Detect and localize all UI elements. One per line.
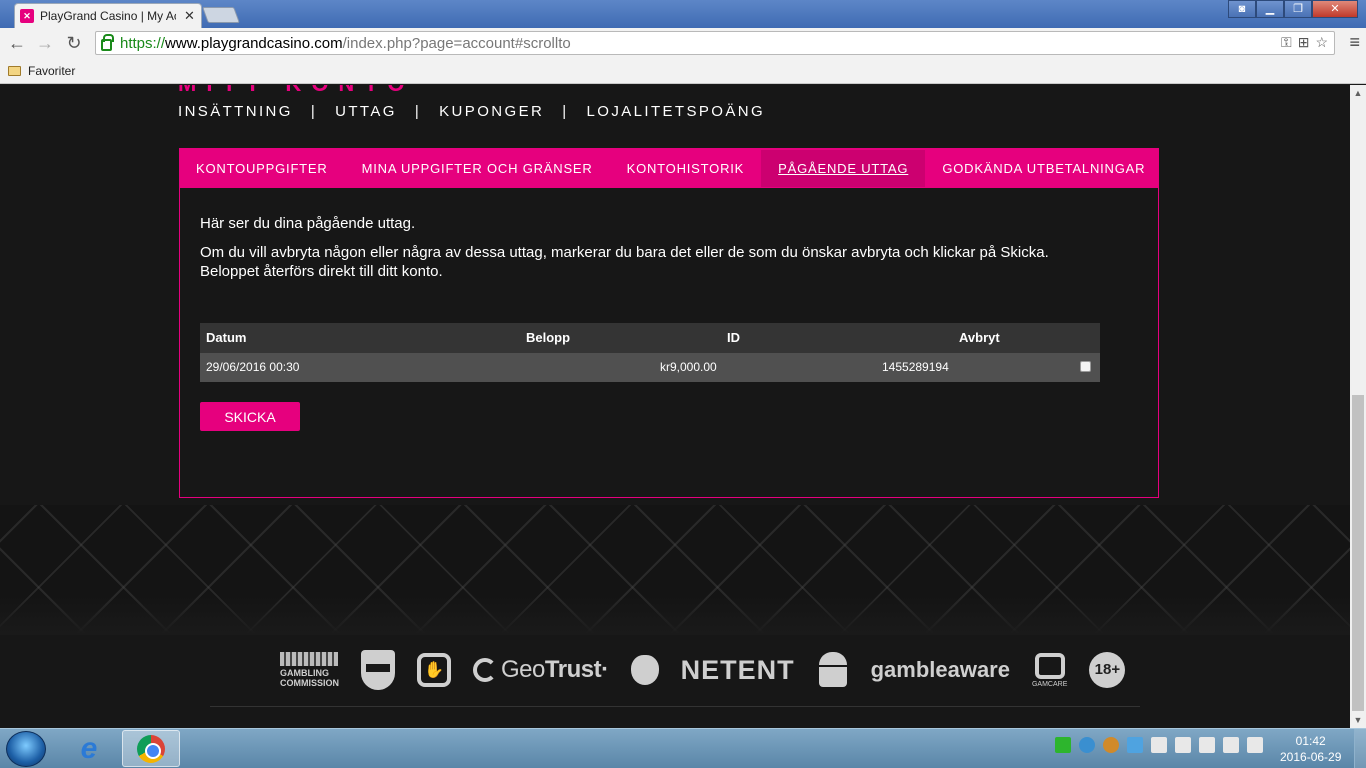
tab-title: PlayGrand Casino | My Ac (40, 9, 176, 23)
netent-logo[interactable]: NETENT (681, 655, 795, 686)
nav-separator: | (310, 103, 318, 120)
url-text: https://www.playgrandcasino.com/index.ph… (120, 34, 571, 52)
stop-hand-logo[interactable]: ✋ (417, 653, 452, 687)
geotrust-logo[interactable]: Geo Trust · (473, 656, 609, 684)
browser-tab[interactable]: ✕ PlayGrand Casino | My Ac ✕ (14, 3, 202, 28)
footer-divider (210, 706, 1140, 707)
browser-toolbar: ← → ↻ https://www.playgrandcasino.com/in… (0, 28, 1366, 58)
volume-icon[interactable] (1223, 737, 1239, 753)
intro-line: Beloppet återförs direkt till ditt konto… (200, 263, 443, 280)
bookmark-star-icon[interactable]: ☆ (1315, 34, 1328, 51)
intro-line: Om du vill avbryta någon eller några av … (200, 244, 1049, 261)
start-button[interactable] (6, 731, 46, 767)
account-nav: INSÄTTNING | UTTAG | KUPONGER | LOJALITE… (178, 103, 765, 120)
folder-icon (8, 65, 21, 76)
system-clock[interactable]: 01:42 2016-06-29 (1280, 733, 1341, 765)
gambling-commission-logo[interactable]: GAMBLING COMMISSION (280, 652, 339, 688)
signal-icon[interactable] (1199, 737, 1215, 753)
window-controls: ◙ ▁ ❐ ✕ (1228, 0, 1358, 18)
tab-mina-uppgifter[interactable]: MINA UPPGIFTER OCH GRÄNSER (345, 150, 610, 187)
lock-icon (101, 34, 114, 51)
gamcare-logo[interactable]: GAMCARE (1032, 652, 1067, 688)
intro-text: Här ser du dina pågående uttag. (200, 214, 415, 243)
key-icon[interactable]: ⚿ (1281, 34, 1292, 51)
cancel-checkbox[interactable] (1080, 361, 1091, 372)
windows-taskbar: e 01:42 2016-06-29 (0, 728, 1366, 768)
casino-favicon-icon: ✕ (20, 9, 34, 23)
account-panel: KONTOUPPGIFTER MINA UPPGIFTER OCH GRÄNSE… (179, 148, 1159, 498)
gambleaware-logo[interactable]: gambleaware (871, 657, 1010, 683)
column-header-belopp: Belopp (526, 330, 571, 345)
table-row: 29/06/2016 00:30 kr9,000.00 1455289194 (200, 353, 1100, 382)
footer-logos: GAMBLING COMMISSION ✋ Geo Trust · NETENT ga… (280, 650, 1126, 690)
system-tray (1055, 737, 1263, 753)
internet-explorer-taskbar-icon[interactable]: e (60, 730, 118, 767)
user-icon[interactable]: ◙ (1228, 0, 1256, 18)
account-nav-insattning[interactable]: INSÄTTNING (178, 103, 293, 120)
column-header-avbryt: Avbryt (959, 330, 1000, 345)
tab-kontouppgifter[interactable]: KONTOUPPGIFTER (180, 150, 345, 187)
android-logo-icon[interactable] (817, 652, 849, 688)
decorative-background (0, 505, 1350, 635)
page-scrollbar[interactable]: ▲ ▼ (1350, 85, 1366, 728)
back-arrow-icon[interactable]: ← (6, 32, 28, 54)
apple-logo-icon[interactable] (630, 655, 659, 685)
account-nav-uttag[interactable]: UTTAG (335, 103, 397, 120)
maximize-button[interactable]: ❐ (1284, 0, 1312, 18)
table-header-row: Datum Belopp ID Avbryt (200, 323, 1100, 353)
intro-line: Här ser du dina pågående uttag. (200, 215, 416, 232)
cell-belopp: kr9,000.00 (660, 360, 717, 374)
scrollbar-thumb[interactable] (1352, 395, 1364, 711)
chrome-taskbar-icon[interactable] (122, 730, 180, 767)
curacao-egaming-logo[interactable] (361, 650, 396, 690)
cell-id: 1455289194 (882, 360, 949, 374)
scroll-down-arrow-icon[interactable]: ▼ (1350, 712, 1366, 728)
page-title: MITT KONTO (178, 85, 414, 97)
account-nav-kuponger[interactable]: KUPONGER (439, 103, 544, 120)
cell-datum: 29/06/2016 00:30 (206, 360, 300, 374)
page-viewport: MITT KONTO INSÄTTNING | UTTAG | KUPONGER… (0, 85, 1350, 728)
action-center-flag-icon[interactable] (1247, 737, 1263, 753)
nav-separator: | (414, 103, 422, 120)
account-nav-lojalitetspoang[interactable]: LOJALITETSPOÄNG (587, 103, 766, 120)
new-tab-button[interactable] (202, 7, 240, 23)
withdrawals-table: Datum Belopp ID Avbryt 29/06/2016 00:30 … (200, 323, 1100, 382)
nav-separator: | (562, 103, 569, 120)
battery-icon[interactable] (1175, 737, 1191, 753)
app-tray-icon[interactable] (1103, 737, 1119, 753)
show-desktop-button[interactable] (1354, 729, 1366, 768)
column-header-datum: Datum (206, 330, 247, 345)
monitor-icon[interactable] (1151, 737, 1167, 753)
forward-arrow-icon[interactable]: → (34, 32, 56, 54)
tab-godkanda-utbetalningar[interactable]: GODKÄNDA UTBETALNINGAR (925, 150, 1162, 187)
bookmarks-bar: Favoriter (0, 58, 1366, 84)
scroll-up-arrow-icon[interactable]: ▲ (1350, 85, 1366, 101)
age-18-plus-icon: 18+ (1089, 652, 1126, 688)
network-globe-icon[interactable] (1079, 737, 1095, 753)
reload-icon[interactable]: ↻ (63, 32, 85, 54)
security-icon[interactable] (1055, 737, 1071, 753)
minimize-button[interactable]: ▁ (1256, 0, 1284, 18)
display-icon[interactable] (1127, 737, 1143, 753)
address-bar[interactable]: https://www.playgrandcasino.com/index.ph… (95, 31, 1335, 55)
window-close-button[interactable]: ✕ (1312, 0, 1358, 18)
tab-kontohistorik[interactable]: KONTOHISTORIK (610, 150, 762, 187)
submit-button[interactable]: SKICKA (200, 402, 300, 431)
account-tabs: KONTOUPPGIFTER MINA UPPGIFTER OCH GRÄNSE… (180, 149, 1158, 188)
tab-pagaende-uttag[interactable]: PÅGÅENDE UTTAG (761, 150, 926, 187)
chrome-menu-icon[interactable]: ≡ (1349, 32, 1360, 53)
browser-titlebar: ✕ PlayGrand Casino | My Ac ✕ ◙ ▁ ❐ ✕ (0, 0, 1366, 28)
bookmark-folder-favoriter[interactable]: Favoriter (28, 64, 75, 78)
column-header-id: ID (727, 330, 740, 345)
clock-time: 01:42 (1295, 734, 1326, 748)
translate-icon[interactable]: ⊞ (1298, 34, 1310, 51)
tab-close-icon[interactable]: ✕ (184, 8, 195, 24)
clock-date: 2016-06-29 (1280, 750, 1342, 764)
instructions-text: Om du vill avbryta någon eller några av … (200, 243, 1100, 281)
